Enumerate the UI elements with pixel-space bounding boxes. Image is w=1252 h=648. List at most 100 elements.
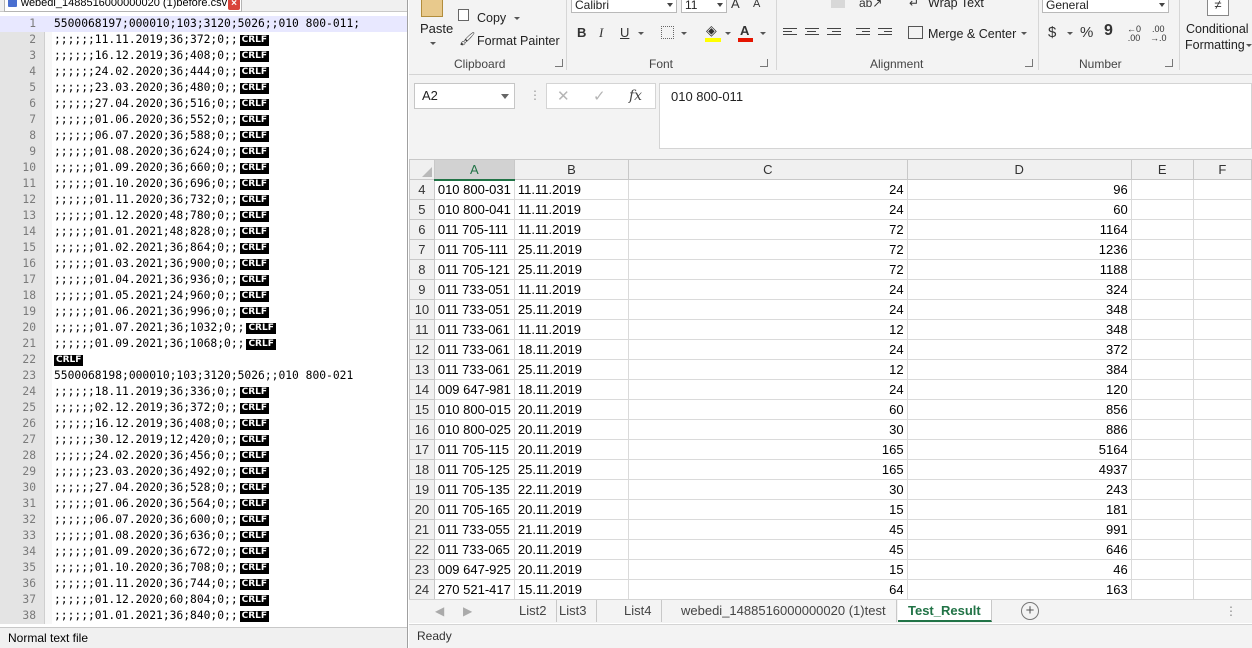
cell-b[interactable]: 18.11.2019: [513, 339, 630, 360]
cell-a[interactable]: 011 733-061: [433, 339, 515, 360]
cell-f[interactable]: [1192, 479, 1252, 500]
conditional-formatting-label-2[interactable]: Formatting: [1185, 38, 1245, 52]
code-line[interactable]: 10 ;;;;;;01.09.2020;36;660;0;; CRLF: [0, 160, 407, 176]
cell-e[interactable]: [1130, 379, 1194, 400]
cell-d[interactable]: 348: [906, 299, 1132, 320]
cell-c[interactable]: 165: [628, 439, 908, 460]
previous-sheet-icon[interactable]: ◀: [435, 604, 444, 618]
worksheet-grid[interactable]: ABCDEF 4 010 800-031 11.11.2019 24 96 5 010 80…: [409, 159, 1252, 599]
column-header-e[interactable]: E: [1130, 159, 1194, 180]
cell-c[interactable]: 72: [628, 259, 908, 280]
underline-button[interactable]: U: [620, 25, 629, 41]
cell-f[interactable]: [1192, 239, 1252, 260]
code-line[interactable]: 13 ;;;;;;01.12.2020;48;780;0;; CRLF: [0, 208, 407, 224]
code-line[interactable]: 17 ;;;;;;01.04.2021;36;936;0;; CRLF: [0, 272, 407, 288]
fill-color-dropdown-icon[interactable]: [725, 32, 731, 35]
cell-f[interactable]: [1192, 319, 1252, 340]
conditional-dropdown-icon[interactable]: [1246, 44, 1252, 47]
cell-c[interactable]: 15: [628, 559, 908, 580]
code-line[interactable]: 3 ;;;;;;16.12.2019;36;408;0;; CRLF: [0, 48, 407, 64]
cell-a[interactable]: 011 705-135: [433, 479, 515, 500]
row-header[interactable]: 16: [409, 419, 435, 440]
code-line[interactable]: 16 ;;;;;;01.03.2021;36;900;0;; CRLF: [0, 256, 407, 272]
cell-b[interactable]: 25.11.2019: [513, 459, 630, 480]
cell-e[interactable]: [1130, 419, 1194, 440]
code-line[interactable]: 27 ;;;;;;30.12.2019;12;420;0;; CRLF: [0, 432, 407, 448]
increase-indent-icon[interactable]: [878, 28, 892, 40]
cell-a[interactable]: 011 733-051: [433, 279, 515, 300]
align-left-icon[interactable]: [783, 28, 797, 40]
code-line[interactable]: 21 ;;;;;;01.09.2021;36;1068;0;; CRLF: [0, 336, 407, 352]
cell-b[interactable]: 25.11.2019: [513, 359, 630, 380]
row-header[interactable]: 11: [409, 319, 435, 340]
code-line[interactable]: 19 ;;;;;;01.06.2021;36;996;0;; CRLF: [0, 304, 407, 320]
row-header[interactable]: 12: [409, 339, 435, 360]
cell-b[interactable]: 11.11.2019: [513, 319, 630, 340]
cell-e[interactable]: [1130, 519, 1194, 540]
code-line[interactable]: 6 ;;;;;;27.04.2020;36;516;0;; CRLF: [0, 96, 407, 112]
cell-a[interactable]: 010 800-031: [433, 179, 515, 200]
sheet-tab[interactable]: webedi_1488516000000020 (1)test: [671, 600, 897, 622]
fill-color-icon[interactable]: ◈: [706, 22, 717, 38]
cell-d[interactable]: 856: [906, 399, 1132, 420]
cell-c[interactable]: 24: [628, 339, 908, 360]
cell-d[interactable]: 646: [906, 539, 1132, 560]
cell-c[interactable]: 72: [628, 219, 908, 240]
cell-d[interactable]: 348: [906, 319, 1132, 340]
row-header[interactable]: 5: [409, 199, 435, 220]
row-header[interactable]: 8: [409, 259, 435, 280]
cell-e[interactable]: [1130, 179, 1194, 200]
paste-icon[interactable]: [421, 0, 443, 17]
cell-d[interactable]: 1164: [906, 219, 1132, 240]
cell-d[interactable]: 60: [906, 199, 1132, 220]
cell-c[interactable]: 165: [628, 459, 908, 480]
cell-f[interactable]: [1192, 299, 1252, 320]
code-line[interactable]: 12 ;;;;;;01.11.2020;36;732;0;; CRLF: [0, 192, 407, 208]
cell-b[interactable]: 21.11.2019: [513, 519, 630, 540]
cell-e[interactable]: [1130, 479, 1194, 500]
percent-button[interactable]: %: [1080, 25, 1093, 41]
cell-c[interactable]: 12: [628, 359, 908, 380]
cell-d[interactable]: 4937: [906, 459, 1132, 480]
format-painter-button[interactable]: Format Painter: [477, 34, 560, 48]
name-box-dropdown-icon[interactable]: [501, 94, 509, 99]
row-header[interactable]: 13: [409, 359, 435, 380]
wrap-text-icon[interactable]: ↵: [909, 0, 919, 11]
row-header[interactable]: 20: [409, 499, 435, 520]
row-header[interactable]: 23: [409, 559, 435, 580]
cell-f[interactable]: [1192, 179, 1252, 200]
cell-e[interactable]: [1130, 359, 1194, 380]
code-line[interactable]: 36 ;;;;;;01.11.2020;36;744;0;; CRLF: [0, 576, 407, 592]
cell-d[interactable]: 243: [906, 479, 1132, 500]
comma-style-button[interactable]: 9: [1104, 23, 1113, 39]
cell-a[interactable]: 011 733-065: [433, 539, 515, 560]
cell-b[interactable]: 20.11.2019: [513, 499, 630, 520]
cell-b[interactable]: 11.11.2019: [513, 219, 630, 240]
cell-b[interactable]: 11.11.2019: [513, 279, 630, 300]
currency-button[interactable]: $: [1048, 25, 1056, 41]
code-line[interactable]: 7 ;;;;;;01.06.2020;36;552;0;; CRLF: [0, 112, 407, 128]
bold-button[interactable]: B: [577, 25, 586, 41]
cell-c[interactable]: 45: [628, 539, 908, 560]
code-line[interactable]: 28 ;;;;;;24.02.2020;36;456;0;; CRLF: [0, 448, 407, 464]
cell-e[interactable]: [1130, 219, 1194, 240]
cell-a[interactable]: 011 705-111: [433, 219, 515, 240]
cell-e[interactable]: [1130, 559, 1194, 580]
font-launcher-icon[interactable]: [760, 59, 768, 67]
code-line[interactable]: 30 ;;;;;;27.04.2020;36;528;0;; CRLF: [0, 480, 407, 496]
cell-c[interactable]: 24: [628, 179, 908, 200]
cell-d[interactable]: 1236: [906, 239, 1132, 260]
increase-font-icon[interactable]: A: [731, 0, 740, 12]
code-line[interactable]: 37 ;;;;;;01.12.2020;60;804;0;; CRLF: [0, 592, 407, 608]
sheet-tab[interactable]: Test_Result: [898, 600, 992, 622]
currency-dropdown-icon[interactable]: [1067, 32, 1073, 35]
number-format-select[interactable]: General: [1042, 0, 1169, 13]
cell-c[interactable]: 12: [628, 319, 908, 340]
cell-c[interactable]: 24: [628, 379, 908, 400]
row-header[interactable]: 19: [409, 479, 435, 500]
code-line[interactable]: 24 ;;;;;;18.11.2019;36;336;0;; CRLF: [0, 384, 407, 400]
cell-e[interactable]: [1130, 279, 1194, 300]
cell-e[interactable]: [1130, 319, 1194, 340]
cell-f[interactable]: [1192, 259, 1252, 280]
cell-d[interactable]: 384: [906, 359, 1132, 380]
